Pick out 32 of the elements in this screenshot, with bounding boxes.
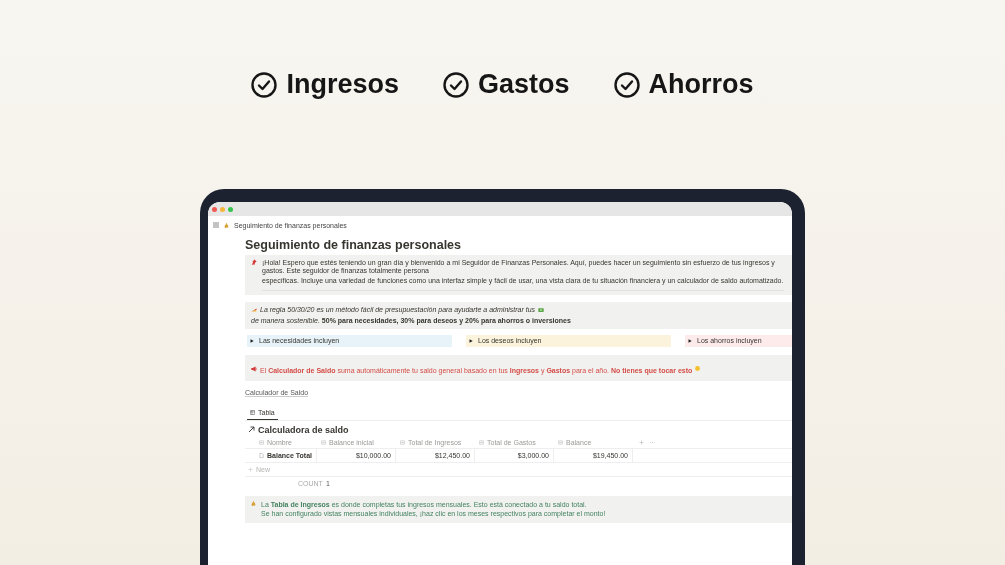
- column-type-icon: [400, 439, 405, 445]
- pushpin-icon: [251, 259, 257, 265]
- column-type-icon: [558, 439, 563, 445]
- minimize-dot[interactable]: [220, 206, 225, 212]
- table-icon: [250, 409, 255, 415]
- headline-label: Ingresos: [286, 69, 399, 100]
- headline-label: Gastos: [478, 69, 570, 100]
- money-bag-icon: [251, 500, 256, 506]
- maximize-dot[interactable]: [228, 206, 233, 212]
- add-icon[interactable]: [639, 439, 644, 445]
- database-title: Calculadora de saldo: [258, 424, 349, 435]
- triangle-right-icon: [469, 338, 473, 343]
- column-type-icon: [321, 439, 326, 445]
- pie-slice-icon: [251, 307, 257, 314]
- check-circle-icon: [251, 71, 278, 98]
- smiley-icon: [695, 366, 701, 372]
- page-title: Seguimiento de finanzas personales: [245, 238, 463, 253]
- page-icon: [259, 452, 264, 458]
- add-icon: [248, 466, 253, 472]
- check-circle-icon: [613, 71, 640, 98]
- banknote-icon: [538, 307, 545, 314]
- megaphone-icon: [251, 365, 257, 372]
- check-circle-icon: [443, 71, 469, 98]
- triangle-right-icon: [250, 338, 254, 343]
- close-dot[interactable]: [212, 206, 217, 212]
- money-bag-icon: [224, 222, 229, 228]
- column-type-icon: [479, 439, 484, 445]
- triangle-right-icon: [688, 338, 692, 343]
- more-icon[interactable]: [650, 439, 655, 445]
- headline-label: Ahorros: [648, 69, 754, 100]
- arrow-up-right-icon: [248, 426, 255, 434]
- column-type-icon: [259, 439, 264, 445]
